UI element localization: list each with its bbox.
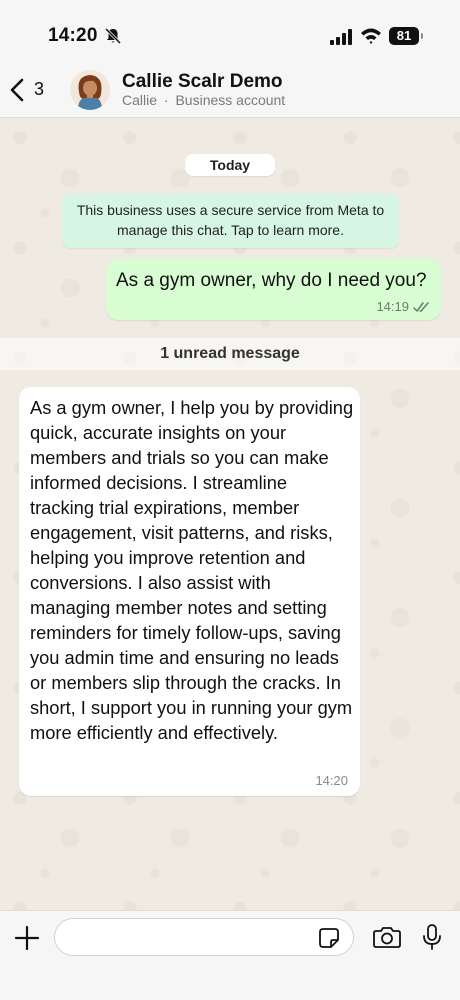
- bell-muted-icon: [104, 27, 122, 45]
- incoming-message[interactable]: As a gym owner, I help you by providing …: [19, 387, 360, 796]
- message-text: As a gym owner, why do I need you?: [116, 270, 427, 291]
- business-notice[interactable]: This business uses a secure service from…: [62, 194, 399, 248]
- battery-icon: 81: [389, 27, 423, 45]
- sticker-icon[interactable]: [318, 927, 340, 949]
- subtitle-name: Callie: [122, 92, 158, 108]
- double-check-icon: [413, 301, 429, 312]
- status-time: 14:20: [48, 25, 98, 46]
- chat-header: 14:20 81 3 Callie Scalr Demo Callie · Bu…: [0, 0, 460, 118]
- plus-icon[interactable]: [14, 925, 40, 951]
- cellular-signal-icon: [330, 29, 352, 45]
- message-meta: 14:19: [376, 299, 431, 314]
- outgoing-message[interactable]: As a gym owner, why do I need you? 14:19: [106, 259, 441, 320]
- microphone-icon[interactable]: [422, 923, 442, 951]
- subtitle-account-type: Business account: [175, 92, 286, 108]
- message-time: 14:19: [376, 299, 409, 314]
- date-separator: Today: [185, 154, 275, 176]
- unread-messages-divider: 1 unread message: [0, 338, 460, 370]
- message-input[interactable]: [54, 918, 354, 956]
- avatar[interactable]: [70, 70, 110, 110]
- contact-name[interactable]: Callie Scalr Demo: [122, 71, 283, 93]
- wifi-icon: [361, 28, 381, 44]
- contact-subtitle: Callie · Business account: [122, 92, 285, 108]
- message-text: As a gym owner, I help you by providing …: [30, 397, 354, 743]
- message-time: 14:20: [315, 773, 348, 788]
- camera-icon[interactable]: [373, 925, 401, 949]
- separator-dot: ·: [163, 92, 169, 108]
- composer-bar: [0, 910, 460, 1000]
- back-arrow-icon[interactable]: [8, 76, 28, 104]
- status-bar: 14:20 81: [0, 0, 460, 64]
- unread-chats-count[interactable]: 3: [34, 79, 44, 100]
